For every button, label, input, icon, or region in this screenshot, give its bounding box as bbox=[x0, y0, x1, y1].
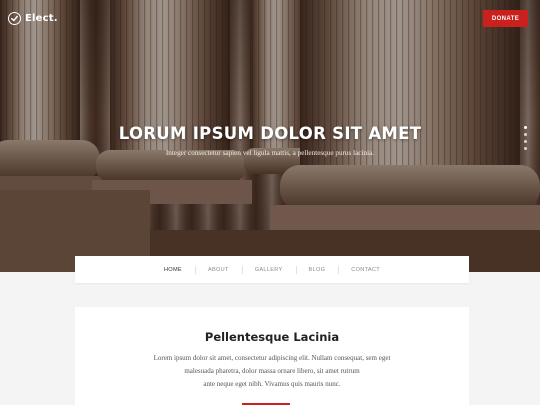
section-title: Pellentesque Lacinia bbox=[204, 330, 340, 344]
main-navigation: HOME ABOUT GALLERY BLOG CONTACT bbox=[75, 256, 469, 283]
nav-item-gallery[interactable]: GALLERY bbox=[241, 265, 296, 274]
check-circle-icon bbox=[8, 11, 21, 25]
slide-dot-1[interactable] bbox=[524, 126, 527, 129]
slide-dot-3[interactable] bbox=[524, 140, 527, 143]
slide-dot-2[interactable] bbox=[524, 133, 527, 136]
hero-subtitle: Integer consectetur sapien vel ligula ma… bbox=[165, 149, 375, 157]
section-text-line: Lorem ipsum dolor sit amet, consectetur … bbox=[153, 354, 391, 362]
nav-item-home[interactable]: HOME bbox=[151, 267, 195, 273]
nav-item-contact[interactable]: CONTACT bbox=[338, 265, 393, 274]
hero-banner: Elect. DONATE LORUM IPSUM DOLOR SIT AMET… bbox=[0, 0, 540, 272]
section-text-line: malesuada pharetra, dolor massa ornare l… bbox=[184, 367, 360, 375]
brand-logo[interactable]: Elect. bbox=[8, 10, 58, 26]
section-text: Lorem ipsum dolor sit amet, consectetur … bbox=[135, 352, 409, 391]
slider-pagination bbox=[524, 126, 528, 150]
hero-title: LORUM IPSUM DOLOR SIT AMET bbox=[118, 124, 422, 143]
donate-button[interactable]: DONATE bbox=[483, 10, 528, 27]
section-text-line: ante neque eget nibh. Vivamus quis mauri… bbox=[203, 380, 341, 388]
nav-item-about[interactable]: ABOUT bbox=[194, 265, 242, 274]
brand-name: Elect. bbox=[25, 12, 58, 24]
slide-dot-4[interactable] bbox=[524, 147, 527, 150]
intro-section: Pellentesque Lacinia Lorem ipsum dolor s… bbox=[75, 307, 469, 405]
nav-item-blog[interactable]: BLOG bbox=[295, 265, 339, 274]
